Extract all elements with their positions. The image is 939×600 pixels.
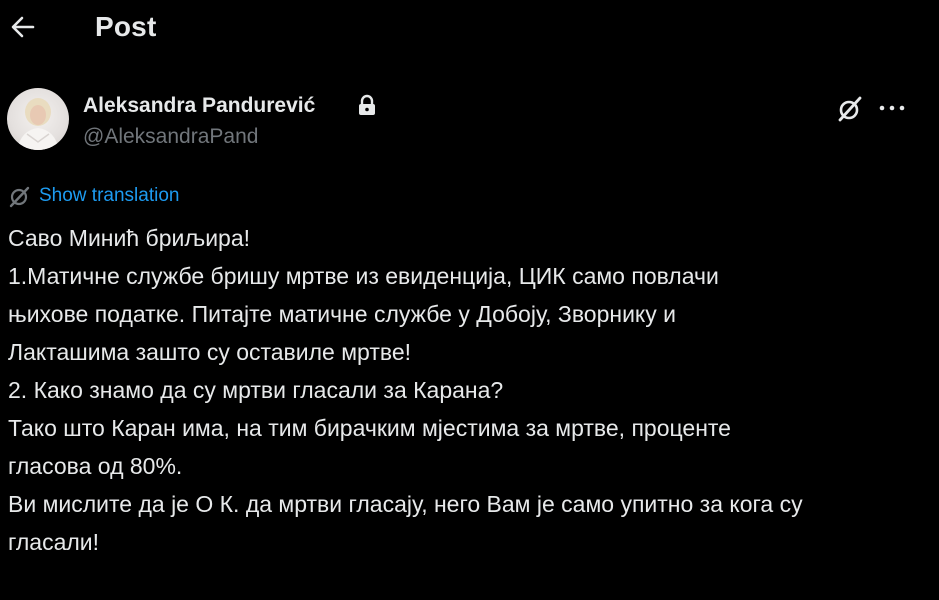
post-line: Тако што Каран има, на тим бирачким мјес… xyxy=(8,415,731,441)
translate-icon xyxy=(9,186,30,208)
avatar[interactable] xyxy=(7,88,69,150)
author-handle[interactable]: @AleksandraPand xyxy=(83,125,258,149)
post-line: њихове податке. Питајте матичне службе у… xyxy=(8,301,676,327)
post-line: 2. Како знамо да су мртви гласали за Кар… xyxy=(8,377,504,403)
post-line: Ви мислите да је О К. да мртви гласају, … xyxy=(8,491,803,517)
more-dots-icon xyxy=(879,105,905,111)
grok-button[interactable] xyxy=(836,95,864,123)
profile-avatar xyxy=(17,98,59,150)
post-line: 1.Матичне службе бришу мртве из евиденци… xyxy=(8,263,719,289)
post-line: гласова од 80%. xyxy=(8,453,183,479)
show-translation-label: Show translation xyxy=(39,185,180,206)
top-bar: Post xyxy=(0,0,939,60)
back-button[interactable] xyxy=(8,12,38,42)
show-translation-link[interactable]: Show translation xyxy=(8,183,179,209)
post-line: Лакташима зашто су оставиле мртве! xyxy=(8,339,412,365)
page-title: Post xyxy=(95,11,157,42)
more-options-button[interactable] xyxy=(876,95,908,121)
arrow-left-icon xyxy=(11,16,35,38)
grok-icon xyxy=(838,96,862,122)
lock-icon xyxy=(359,94,375,115)
post-line: Саво Минић бриљира! xyxy=(8,225,251,251)
post-body: Саво Минић бриљира! 1.Матичне службе бри… xyxy=(8,219,928,561)
author-name[interactable]: Aleksandra Pandurević xyxy=(83,94,315,118)
post-line: гласали! xyxy=(8,529,100,555)
